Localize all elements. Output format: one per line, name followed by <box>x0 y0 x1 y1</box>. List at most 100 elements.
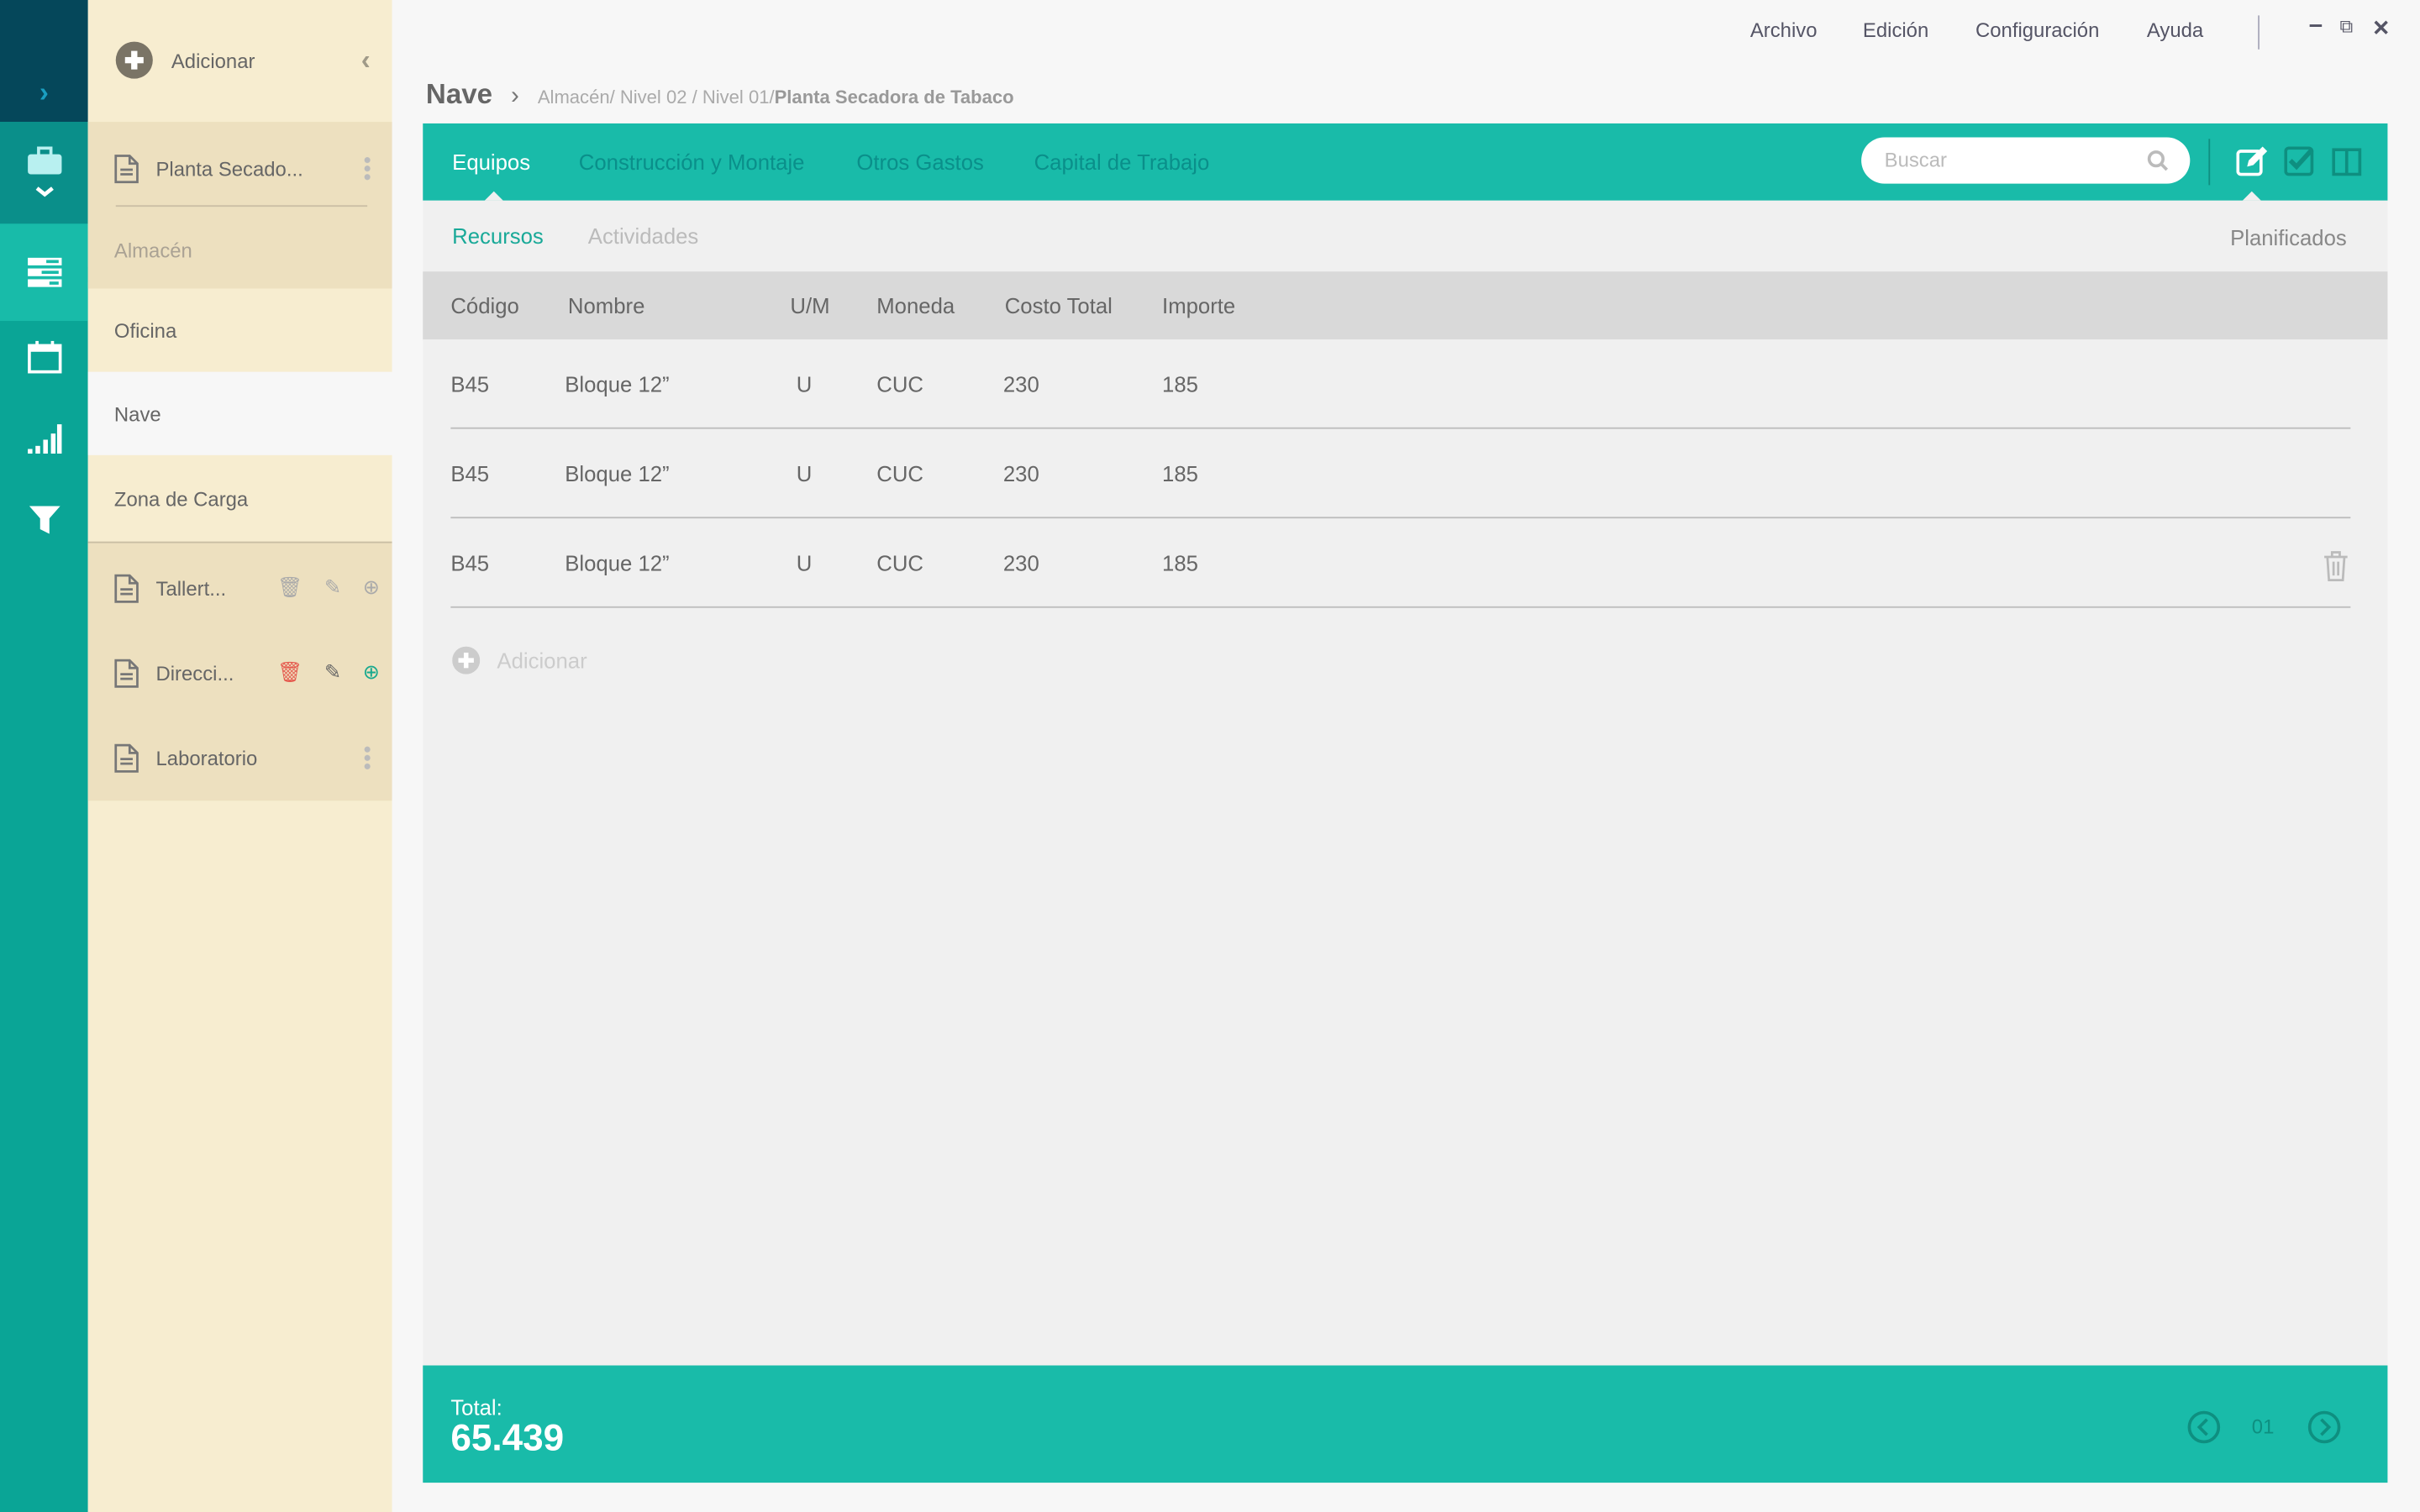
chevron-right-icon[interactable]: › <box>0 77 88 110</box>
add-row-label: Adicionar <box>497 648 587 673</box>
trash-icon[interactable]: 🗑 <box>277 660 302 685</box>
calendar-icon[interactable] <box>0 339 88 381</box>
plus-circle-icon <box>452 646 481 675</box>
briefcase-icon[interactable] <box>0 146 88 209</box>
menu-archivo[interactable]: Archivo <box>1750 18 1818 42</box>
trash-icon[interactable] <box>2323 551 2349 582</box>
collapse-sidebar-icon[interactable]: ‹ <box>361 44 371 76</box>
doc-label: Tallert... <box>155 576 227 600</box>
add-label: Adicionar <box>171 48 255 72</box>
tab-equipos[interactable]: Equipos <box>452 150 530 174</box>
sidebar-doc[interactable]: Laboratorio <box>88 734 392 780</box>
total-value: 65.439 <box>450 1417 565 1460</box>
cell-moneda: CUC <box>876 371 923 397</box>
list-icon[interactable] <box>0 257 88 297</box>
col-codigo[interactable]: Código <box>450 293 519 318</box>
sidebar-item-zona-de-carga[interactable]: Zona de Carga <box>88 455 392 542</box>
subtab-recursos[interactable]: Recursos <box>452 223 544 248</box>
menu-edicion[interactable]: Edición <box>1863 18 1928 42</box>
tab-capital[interactable]: Capital de Trabajo <box>1034 150 1210 174</box>
document-icon <box>114 658 139 687</box>
add-row-button[interactable]: Adicionar <box>452 646 587 675</box>
document-icon <box>114 154 139 183</box>
cell-moneda: CUC <box>876 550 923 576</box>
row-divider <box>450 517 2351 519</box>
cell-costo-total: 230 <box>1002 461 1039 486</box>
cell-codigo: B45 <box>450 461 490 486</box>
item-label: Zona de Carga <box>113 486 249 511</box>
cell-nombre: Bloque 12” <box>565 371 670 397</box>
cell-nombre: Bloque 12” <box>565 550 670 576</box>
row-divider <box>450 606 2351 608</box>
cell-um: U <box>796 461 813 486</box>
document-icon <box>114 573 139 602</box>
breadcrumb: Nave › Almacén/ Nivel 02 / Nivel 01/ Pla… <box>426 79 1014 112</box>
search-icon[interactable] <box>2147 150 2169 171</box>
doc-label: Direcci... <box>155 661 234 685</box>
close-icon[interactable]: ✕ <box>2372 15 2391 41</box>
tab-otros-gastos[interactable]: Otros Gastos <box>856 150 983 174</box>
sidebar-group[interactable]: Planta Secado... <box>88 145 392 192</box>
subtab-actividades[interactable]: Actividades <box>588 223 698 248</box>
sidebar-doc[interactable]: Tallert... 🗑 ✎ ⊕ <box>88 564 392 611</box>
cell-um: U <box>796 550 813 576</box>
sidebar-item-oficina[interactable]: Oficina <box>88 288 392 371</box>
signal-icon[interactable] <box>0 421 88 463</box>
sidebar-doc[interactable]: Direcci... 🗑 ✎ ⊕ <box>88 649 392 696</box>
cell-importe: 185 <box>1162 550 1198 576</box>
menu-configuracion[interactable]: Configuración <box>1975 18 2099 42</box>
col-moneda[interactable]: Moneda <box>876 293 955 318</box>
add-circle-icon[interactable]: ⊕ <box>363 660 380 685</box>
col-um[interactable]: U/M <box>790 293 829 318</box>
edit-icon[interactable]: ✎ <box>324 575 341 600</box>
icon-rail: › <box>0 0 96 1512</box>
page-number: 01 <box>2251 1415 2275 1438</box>
item-label: Nave <box>113 402 161 426</box>
trash-icon[interactable]: 🗑 <box>277 575 302 600</box>
next-page-icon[interactable] <box>2307 1410 2341 1444</box>
breadcrumb-last[interactable]: Planta Secadora de Tabaco <box>775 87 1014 108</box>
cell-nombre: Bloque 12” <box>565 461 670 486</box>
col-nombre[interactable]: Nombre <box>568 293 644 318</box>
prev-page-icon[interactable] <box>2187 1410 2221 1444</box>
page-title: Nave <box>425 78 492 110</box>
sidebar: Adicionar ‹ Planta Secado... Almacén Ofi… <box>87 0 392 1512</box>
cell-costo-total: 230 <box>1002 371 1039 397</box>
cell-costo-total: 230 <box>1002 550 1039 576</box>
sidebar-item-nave[interactable]: Nave <box>87 371 392 455</box>
document-icon <box>114 743 139 772</box>
breadcrumb-path[interactable]: Almacén/ Nivel 02 / Nivel 01/ <box>538 87 775 108</box>
doc-label: Laboratorio <box>155 746 258 769</box>
col-costo-total[interactable]: Costo Total <box>1005 293 1113 318</box>
tab-construccion[interactable]: Construcción y Montaje <box>579 150 805 174</box>
table-header <box>423 271 2388 340</box>
sidebar-subgroup[interactable]: Almacén <box>88 232 392 269</box>
subgroup-label: Almacén <box>113 238 192 262</box>
cell-codigo: B45 <box>450 550 490 576</box>
cell-codigo: B45 <box>450 371 490 397</box>
sidebar-add-button[interactable]: Adicionar ‹ <box>88 37 392 83</box>
more-icon[interactable] <box>364 745 371 770</box>
search-placeholder: Buscar <box>1884 148 1947 171</box>
total-label: Total: <box>450 1394 502 1420</box>
filter-icon[interactable] <box>0 505 88 543</box>
edit-icon[interactable]: ✎ <box>324 660 341 685</box>
search-input[interactable]: Buscar <box>1861 137 2191 184</box>
checkbox-icon[interactable] <box>2284 146 2315 177</box>
cell-um: U <box>796 371 813 397</box>
restore-icon[interactable]: ⧉ <box>2339 15 2353 39</box>
menu-ayuda[interactable]: Ayuda <box>2147 18 2203 42</box>
content-panel <box>423 200 2388 1366</box>
add-circle-icon[interactable]: ⊕ <box>363 575 380 600</box>
cell-importe: 185 <box>1162 461 1198 486</box>
col-importe[interactable]: Importe <box>1162 293 1235 318</box>
cell-importe: 185 <box>1162 371 1198 397</box>
planificados-label[interactable]: Planificados <box>2230 225 2347 249</box>
more-icon[interactable] <box>364 155 371 181</box>
edit-icon[interactable] <box>2236 145 2270 179</box>
row-divider <box>450 427 2351 429</box>
item-label: Oficina <box>113 318 177 342</box>
chevron-right-icon: › <box>511 83 519 110</box>
columns-icon[interactable] <box>2332 148 2363 176</box>
minimize-icon[interactable]: – <box>2309 13 2323 40</box>
